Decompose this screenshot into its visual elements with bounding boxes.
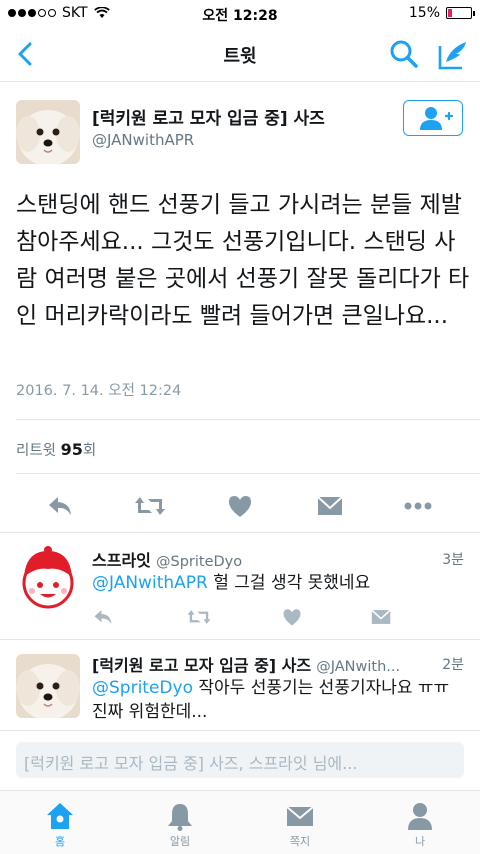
reply-text: @JANwithAPR 헐 그걸 생각 못했네요 xyxy=(92,571,462,595)
reply-body: 헐 그걸 생각 못했네요 xyxy=(207,573,371,593)
reply-icon[interactable] xyxy=(46,493,74,519)
tweet-text: 스탠딩에 핸드 선풍기 들고 가시려는 분들 제발 참아주세요... 그것도 선… xyxy=(16,192,470,329)
reply-text: @SpriteDyo 작아두 선풍기는 선풍기자나요 ㅠㅠ 진짜 위험한데... xyxy=(92,676,462,724)
envelope-icon xyxy=(286,806,314,826)
direct-message-icon[interactable] xyxy=(370,607,392,627)
tab-label: 홈 xyxy=(54,835,66,848)
compose-tweet-icon[interactable] xyxy=(436,38,470,72)
reply-mention[interactable]: @SpriteDyo xyxy=(92,678,193,698)
person-icon xyxy=(408,803,432,830)
divider xyxy=(16,473,480,474)
follow-button[interactable] xyxy=(403,100,463,136)
divider xyxy=(16,419,480,420)
retweet-icon[interactable] xyxy=(134,493,166,519)
reply-author-name[interactable]: 스프라잇 xyxy=(92,551,151,570)
tab-label: 나 xyxy=(414,835,426,848)
author-handle[interactable]: @JANwithAPR xyxy=(92,131,194,149)
nav-bar: 트윗 xyxy=(0,28,480,82)
bell-icon xyxy=(168,804,192,831)
reply-icon[interactable] xyxy=(92,607,114,627)
reply-timestamp: 2분 xyxy=(442,657,464,673)
reply-author-name[interactable]: [럭키원 로고 모자 입금 중] 사즈 xyxy=(92,656,311,675)
retweet-number: 95 xyxy=(60,440,83,459)
retweet-count[interactable]: 리트윗 95회 xyxy=(16,439,96,460)
avatar[interactable] xyxy=(16,100,80,164)
reply-mention[interactable]: @JANwithAPR xyxy=(92,573,208,593)
reply-author-handle[interactable]: @SpriteDyo xyxy=(156,554,242,570)
add-user-icon xyxy=(420,107,454,130)
like-heart-icon[interactable] xyxy=(226,493,254,519)
tab-label: 알림 xyxy=(169,835,191,848)
tab-messages[interactable]: 쪽지 xyxy=(260,801,340,849)
reply-tweet[interactable]: [럭키원 로고 모자 입금 중] 사즈 @JANwith... 2분 @Spri… xyxy=(0,640,480,730)
battery-percent: 15% xyxy=(408,5,440,21)
reply-input[interactable]: [럭키원 로고 모자 입금 중] 사즈, 스프라잇 님에... xyxy=(16,742,464,778)
retweet-icon[interactable] xyxy=(186,607,212,627)
author-name[interactable]: [럭키원 로고 모자 입금 중] 사즈 xyxy=(92,104,325,129)
avatar[interactable] xyxy=(16,654,80,718)
avatar[interactable] xyxy=(16,545,80,609)
tab-notifications[interactable]: 알림 xyxy=(140,801,220,849)
reply-bar: [럭키원 로고 모자 입금 중] 사즈, 스프라잇 님에... xyxy=(0,730,480,790)
home-icon xyxy=(47,803,73,829)
like-heart-icon[interactable] xyxy=(281,607,303,627)
search-icon[interactable] xyxy=(388,38,420,70)
reply-header: [럭키원 로고 모자 입금 중] 사즈 @JANwith... xyxy=(92,652,400,676)
reply-tweet[interactable]: 스프라잇 @SpriteDyo 3분 @JANwithAPR 헐 그걸 생각 못… xyxy=(0,533,480,639)
reply-header: 스프라잇 @SpriteDyo xyxy=(92,547,242,571)
reply-author-handle[interactable]: @JANwith... xyxy=(316,659,400,675)
retweet-suffix: 회 xyxy=(82,443,97,459)
more-options-icon[interactable] xyxy=(403,493,433,519)
tweet-timestamp: 2016. 7. 14. 오전 12:24 xyxy=(16,383,182,399)
battery-icon xyxy=(446,7,475,19)
direct-message-icon[interactable] xyxy=(316,493,344,519)
tweet-actions xyxy=(0,485,480,525)
tab-home[interactable]: 홈 xyxy=(20,801,100,849)
tab-bar: 홈 알림 쪽지 나 xyxy=(0,790,480,854)
retweet-label: 리트윗 xyxy=(16,443,57,459)
tab-label: 쪽지 xyxy=(289,835,311,848)
reply-timestamp: 3분 xyxy=(442,552,464,568)
tab-me[interactable]: 나 xyxy=(380,801,460,849)
status-bar: SKT 오전 12:28 15% xyxy=(0,0,480,28)
